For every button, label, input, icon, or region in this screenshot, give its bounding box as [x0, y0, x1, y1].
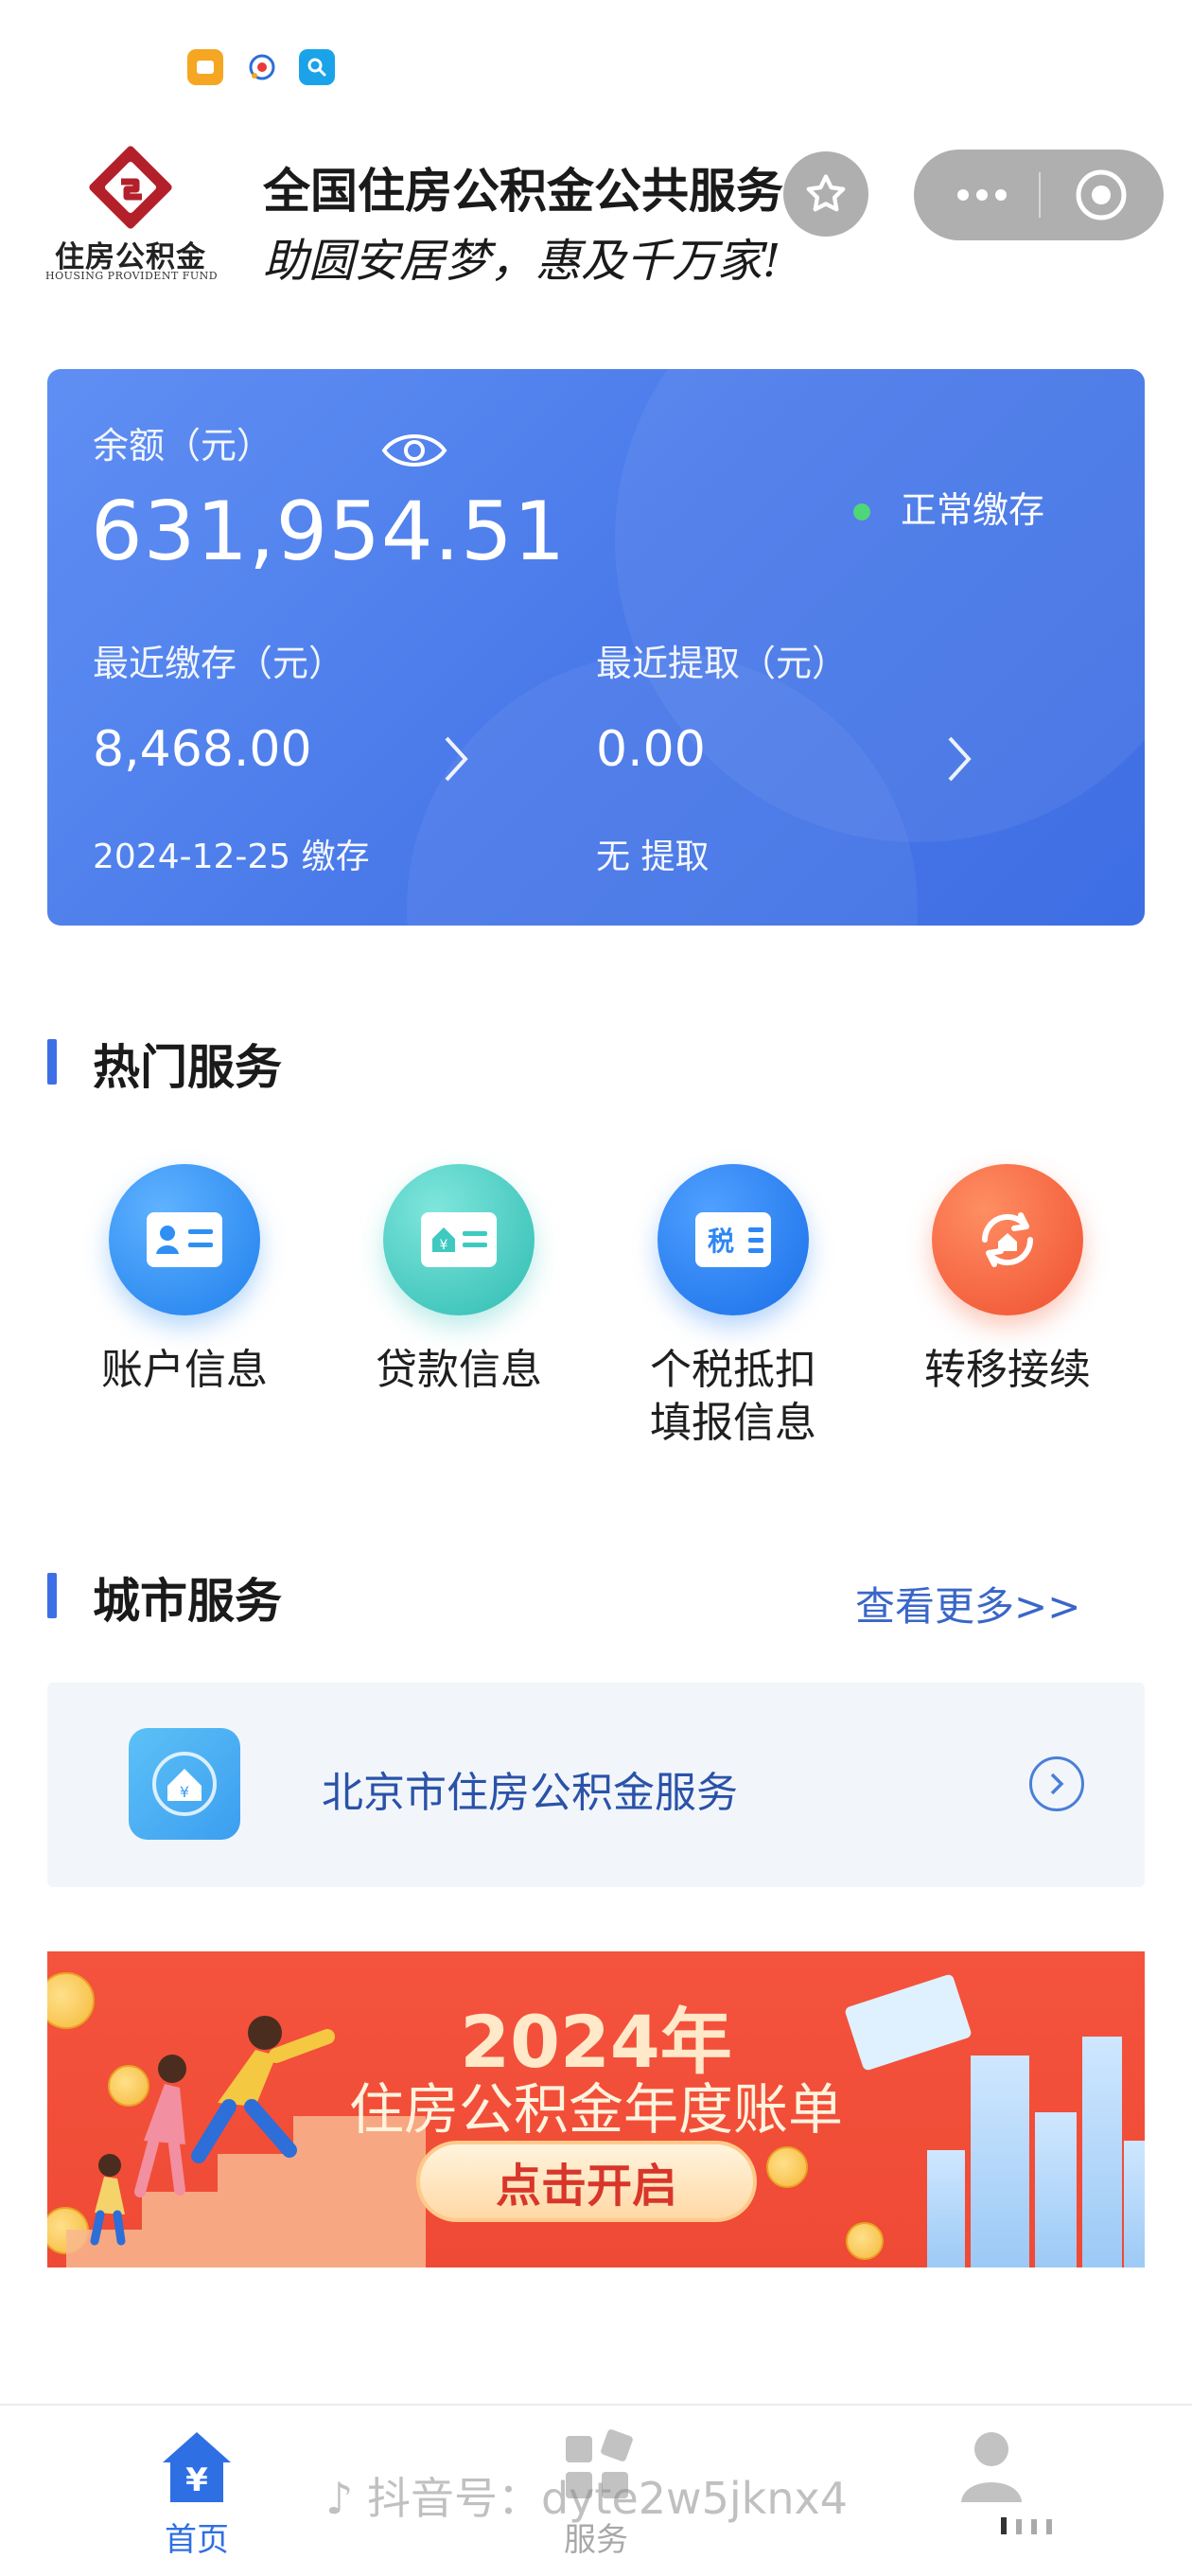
annual-bill-banner[interactable]: 2024年 住房公积金年度账单 点击开启 [47, 1951, 1145, 2267]
favorite-button[interactable] [783, 151, 868, 237]
close-miniprogram-button[interactable] [1073, 167, 1130, 223]
account-card-icon [109, 1164, 260, 1315]
user-profile-icon [961, 2432, 1022, 2502]
page-title: 全国住房公积金公共服务 [263, 163, 783, 219]
section-accent-bar [47, 1039, 57, 1085]
coin-decoration [846, 2222, 884, 2260]
more-dots-icon [957, 189, 1007, 201]
tab-home-label: 首页 [165, 2521, 229, 2559]
chevron-right-icon [948, 736, 972, 782]
service-account-info[interactable]: 账户信息 [66, 1164, 303, 1397]
chevron-right-icon [1050, 1773, 1064, 1795]
recent-withdraw-value[interactable]: 0.00 [596, 721, 706, 778]
service-transfer[interactable]: 转移接续 [889, 1164, 1126, 1397]
logo-text-en: HOUSING PROVIDENT FUND [45, 270, 219, 282]
capsule-divider [1039, 172, 1041, 218]
app-status-icon-2 [244, 49, 280, 85]
tab-profile[interactable] [868, 2425, 1114, 2510]
section-accent-bar [47, 1573, 57, 1618]
watermark: ♪ 抖音号：dyte2w5jknx4 [325, 2464, 848, 2527]
city-fund-icon: ¥ [129, 1728, 240, 1840]
building-decoration [927, 2150, 965, 2267]
svg-text:¥: ¥ [185, 2461, 208, 2499]
page-subtitle: 助圆安居梦，惠及千万家! [263, 235, 781, 288]
building-decoration [1124, 2141, 1145, 2267]
eye-icon [381, 434, 447, 467]
recent-withdraw-label: 最近提取（元） [596, 643, 849, 684]
balance-label: 余额（元） [93, 425, 273, 467]
target-close-icon [1076, 169, 1127, 221]
search-status-icon [299, 49, 335, 85]
recent-withdraw-note: 无 提取 [596, 838, 710, 876]
service-label: 个税抵扣 填报信息 [650, 1346, 816, 1447]
status-dot-icon [853, 503, 870, 520]
coin-decoration [766, 2146, 808, 2188]
recent-deposit-value[interactable]: 8,468.00 [93, 721, 312, 778]
tax-badge-text: 税 [707, 1226, 734, 1257]
star-icon [806, 174, 846, 212]
miniprogram-capsule [914, 150, 1164, 240]
tab-home[interactable]: ¥ 首页 [74, 2425, 320, 2560]
toggle-visibility-button[interactable] [380, 430, 448, 475]
home-yuan-icon: ¥ [163, 2432, 231, 2502]
service-label: 贷款信息 [376, 1346, 542, 1394]
service-label: 转移接续 [924, 1346, 1091, 1394]
chevron-right-icon [445, 736, 468, 782]
svg-text:¥: ¥ [440, 1238, 448, 1253]
more-options-button[interactable] [954, 184, 1010, 206]
recent-withdraw-arrow[interactable] [942, 732, 976, 789]
svg-text:¥: ¥ [180, 1783, 189, 1801]
service-label: 账户信息 [101, 1346, 268, 1394]
see-more-link[interactable]: 查看更多>> [855, 1575, 1080, 1632]
loan-card-icon: ¥ [383, 1164, 535, 1315]
watermark-text: 抖音号：dyte2w5jknx4 [366, 2473, 848, 2524]
recent-deposit-label: 最近缴存（元） [93, 643, 345, 684]
hot-services-title: 热门服务 [93, 1040, 282, 1095]
banner-title: 住房公积金年度账单 [348, 2077, 843, 2142]
city-services-title: 城市服务 [93, 1574, 282, 1629]
status-badge: 正常缴存 [901, 489, 1045, 531]
city-service-arrow[interactable] [1029, 1756, 1084, 1811]
balance-value: 631,954.51 [91, 485, 567, 579]
tax-icon: 税 [657, 1164, 809, 1315]
open-bill-button[interactable]: 点击开启 [416, 2141, 757, 2222]
service-tax-deduction[interactable]: 税 个税抵扣 填报信息 [615, 1164, 851, 1450]
recent-deposit-arrow[interactable] [439, 732, 473, 789]
city-service-label: 北京市住房公积金服务 [322, 1769, 738, 1817]
transfer-icon [932, 1164, 1083, 1315]
city-service-item[interactable]: ¥ 北京市住房公积金服务 [47, 1683, 1145, 1887]
service-loan-info[interactable]: ¥ 贷款信息 [341, 1164, 577, 1397]
tiktok-logo-icon: ♪ [325, 2473, 354, 2524]
balance-card: 余额（元） 631,954.51 正常缴存 最近缴存（元） 8,468.00 2… [47, 369, 1145, 926]
app-status-icon-1 [187, 49, 223, 85]
recent-deposit-date: 2024-12-25 缴存 [93, 838, 370, 876]
signal-bars-icon [999, 2515, 1075, 2536]
